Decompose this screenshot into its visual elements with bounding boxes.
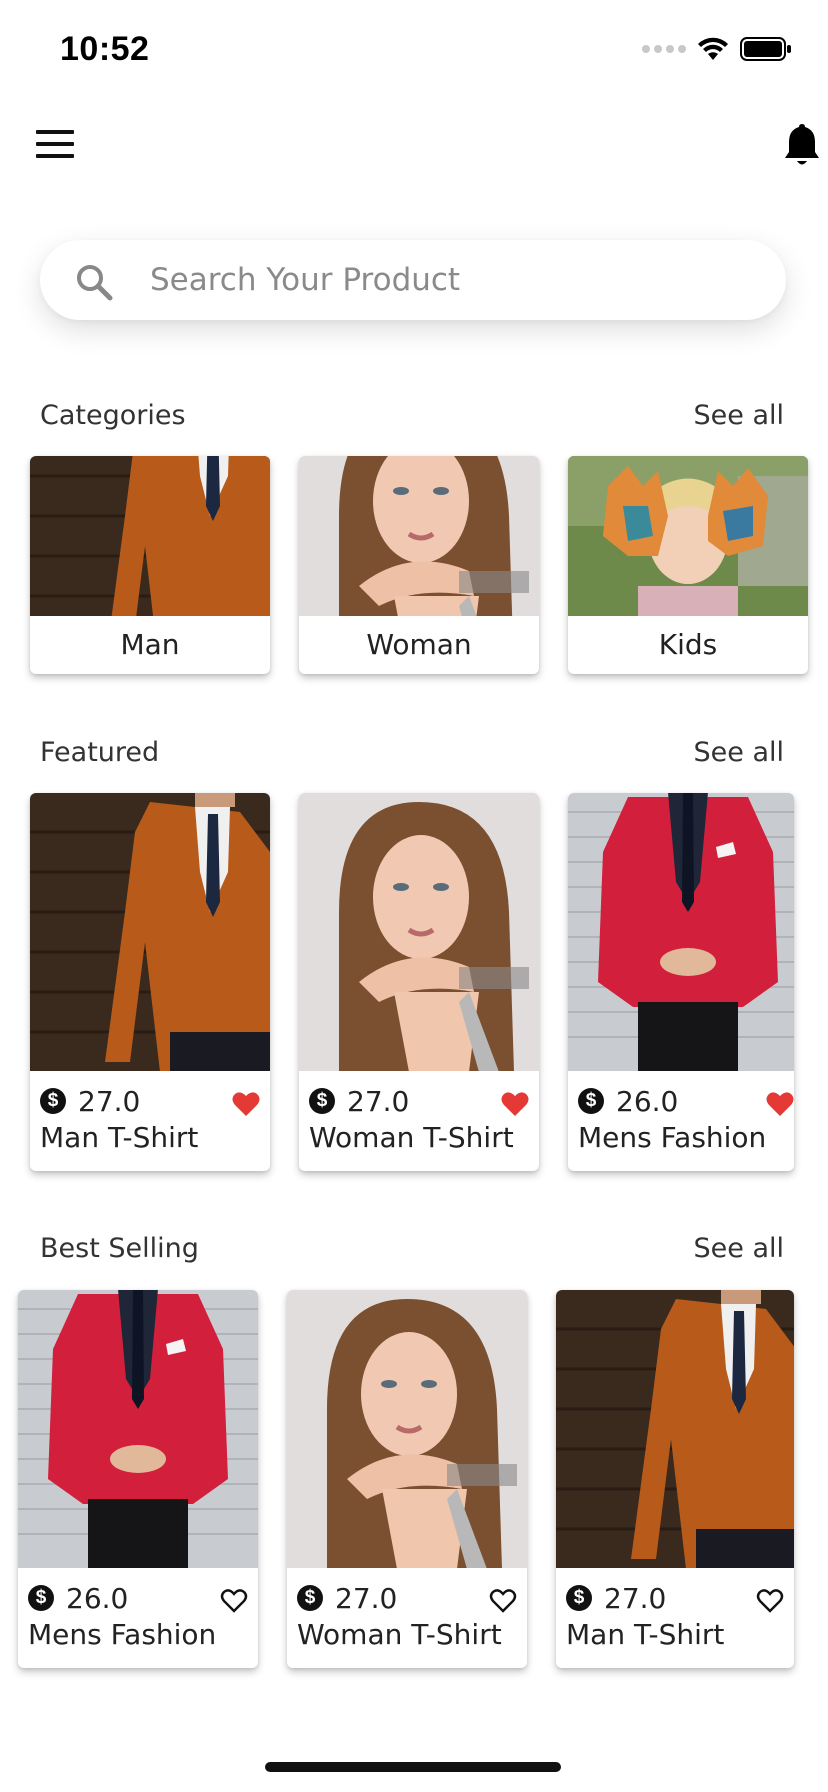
hamburger-menu-icon[interactable] bbox=[36, 128, 76, 160]
bell-icon[interactable] bbox=[782, 120, 822, 168]
product-price: 27.0 bbox=[347, 1084, 410, 1118]
best-selling-product-card[interactable]: $ 27.0 Woman T-Shirt bbox=[287, 1290, 527, 1668]
product-image bbox=[568, 793, 794, 1071]
product-image bbox=[299, 793, 539, 1071]
dollar-circle-icon: $ bbox=[40, 1088, 66, 1114]
category-image-woman bbox=[299, 456, 539, 616]
featured-product-card[interactable]: $ 27.0 Woman T-Shirt bbox=[299, 793, 539, 1171]
price-row: $ 27.0 bbox=[40, 1083, 140, 1119]
category-label: Woman bbox=[366, 628, 472, 661]
section-title-categories: Categories bbox=[40, 400, 186, 431]
featured-product-card[interactable]: $ 26.0 Mens Fashion bbox=[568, 793, 794, 1171]
product-name: Woman T-Shirt bbox=[309, 1121, 514, 1154]
product-image bbox=[30, 793, 270, 1071]
categories-header: Categories See all bbox=[40, 400, 784, 444]
section-title-best-selling: Best Selling bbox=[40, 1233, 199, 1264]
product-name: Mens Fashion bbox=[28, 1618, 217, 1651]
dollar-circle-icon: $ bbox=[297, 1585, 323, 1611]
see-all-categories-link[interactable]: See all bbox=[694, 400, 785, 431]
category-image-man bbox=[30, 456, 270, 616]
product-name: Mens Fashion bbox=[578, 1121, 767, 1154]
product-price: 27.0 bbox=[604, 1581, 667, 1615]
best-selling-product-card[interactable]: $ 26.0 Mens Fashion bbox=[18, 1290, 258, 1668]
dollar-circle-icon: $ bbox=[28, 1585, 54, 1611]
heart-outline-icon[interactable] bbox=[756, 1588, 784, 1614]
see-all-best-selling-link[interactable]: See all bbox=[694, 1233, 785, 1264]
best-selling-header: Best Selling See all bbox=[40, 1233, 784, 1277]
price-row: $ 27.0 bbox=[309, 1083, 409, 1119]
product-image bbox=[18, 1290, 258, 1568]
product-price: 26.0 bbox=[616, 1084, 679, 1118]
featured-product-card[interactable]: $ 27.0 Man T-Shirt bbox=[30, 793, 270, 1171]
category-card-woman[interactable]: Woman bbox=[299, 456, 539, 674]
product-name: Woman T-Shirt bbox=[297, 1618, 502, 1651]
status-bar: 10:52 bbox=[0, 0, 828, 100]
section-title-featured: Featured bbox=[40, 737, 160, 768]
price-row: $ 26.0 bbox=[28, 1580, 128, 1616]
dollar-circle-icon: $ bbox=[309, 1088, 335, 1114]
heart-icon[interactable] bbox=[232, 1091, 260, 1117]
product-price: 27.0 bbox=[335, 1581, 398, 1615]
product-price: 26.0 bbox=[66, 1581, 129, 1615]
category-card-kids[interactable]: Kids bbox=[568, 456, 808, 674]
home-indicator[interactable] bbox=[265, 1762, 561, 1772]
heart-outline-icon[interactable] bbox=[489, 1588, 517, 1614]
dollar-circle-icon: $ bbox=[578, 1088, 604, 1114]
status-icons bbox=[642, 36, 792, 62]
heart-outline-icon[interactable] bbox=[220, 1588, 248, 1614]
category-label: Kids bbox=[658, 628, 718, 661]
search-bar[interactable] bbox=[40, 240, 786, 320]
see-all-featured-link[interactable]: See all bbox=[694, 737, 785, 768]
search-input[interactable] bbox=[150, 254, 750, 306]
price-row: $ 27.0 bbox=[297, 1580, 397, 1616]
product-price: 27.0 bbox=[78, 1084, 141, 1118]
battery-icon bbox=[740, 37, 791, 61]
featured-header: Featured See all bbox=[40, 737, 784, 781]
top-app-bar bbox=[0, 110, 828, 180]
product-image bbox=[556, 1290, 794, 1568]
price-row: $ 26.0 bbox=[578, 1083, 678, 1119]
search-icon bbox=[77, 265, 113, 301]
heart-icon[interactable] bbox=[766, 1091, 794, 1117]
product-name: Man T-Shirt bbox=[40, 1121, 199, 1154]
product-image bbox=[287, 1290, 527, 1568]
category-card-man[interactable]: Man bbox=[30, 456, 270, 674]
status-time: 10:52 bbox=[60, 30, 150, 68]
product-name: Man T-Shirt bbox=[566, 1618, 725, 1651]
dollar-circle-icon: $ bbox=[566, 1585, 592, 1611]
price-row: $ 27.0 bbox=[566, 1580, 666, 1616]
cellular-signal-icon bbox=[642, 45, 686, 53]
wifi-icon bbox=[698, 37, 728, 60]
category-label: Man bbox=[120, 628, 180, 661]
best-selling-product-card[interactable]: $ 27.0 Man T-Shirt bbox=[556, 1290, 794, 1668]
heart-icon[interactable] bbox=[501, 1091, 529, 1117]
category-image-kids bbox=[568, 456, 808, 616]
